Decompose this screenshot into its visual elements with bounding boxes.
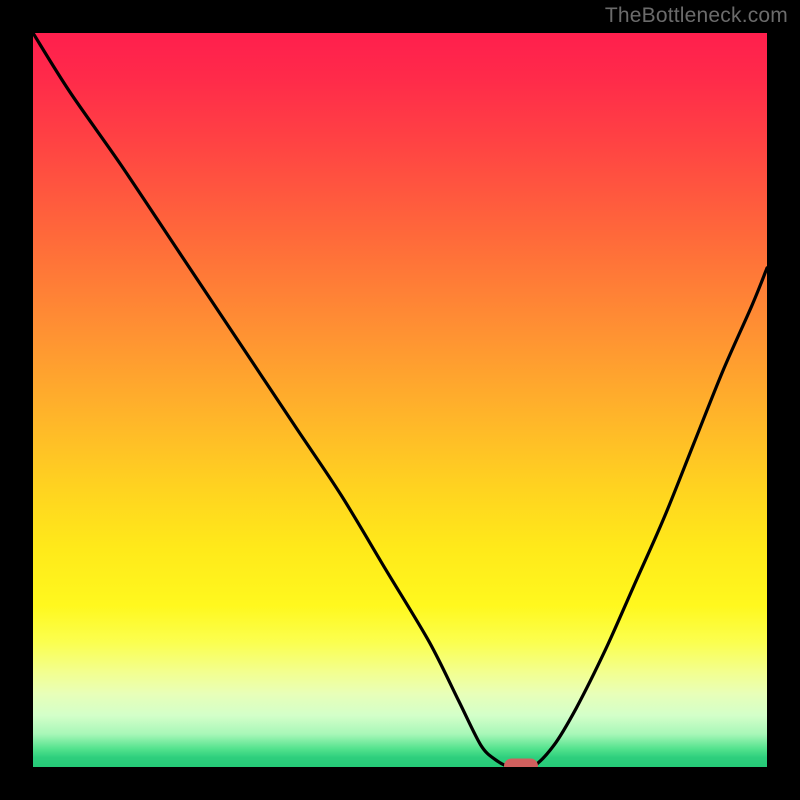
curve-path — [33, 33, 767, 767]
chart-frame: TheBottleneck.com — [0, 0, 800, 800]
plot-area — [33, 33, 767, 767]
optimal-marker — [504, 759, 538, 768]
watermark-text: TheBottleneck.com — [605, 4, 788, 28]
bottleneck-curve — [33, 33, 767, 767]
